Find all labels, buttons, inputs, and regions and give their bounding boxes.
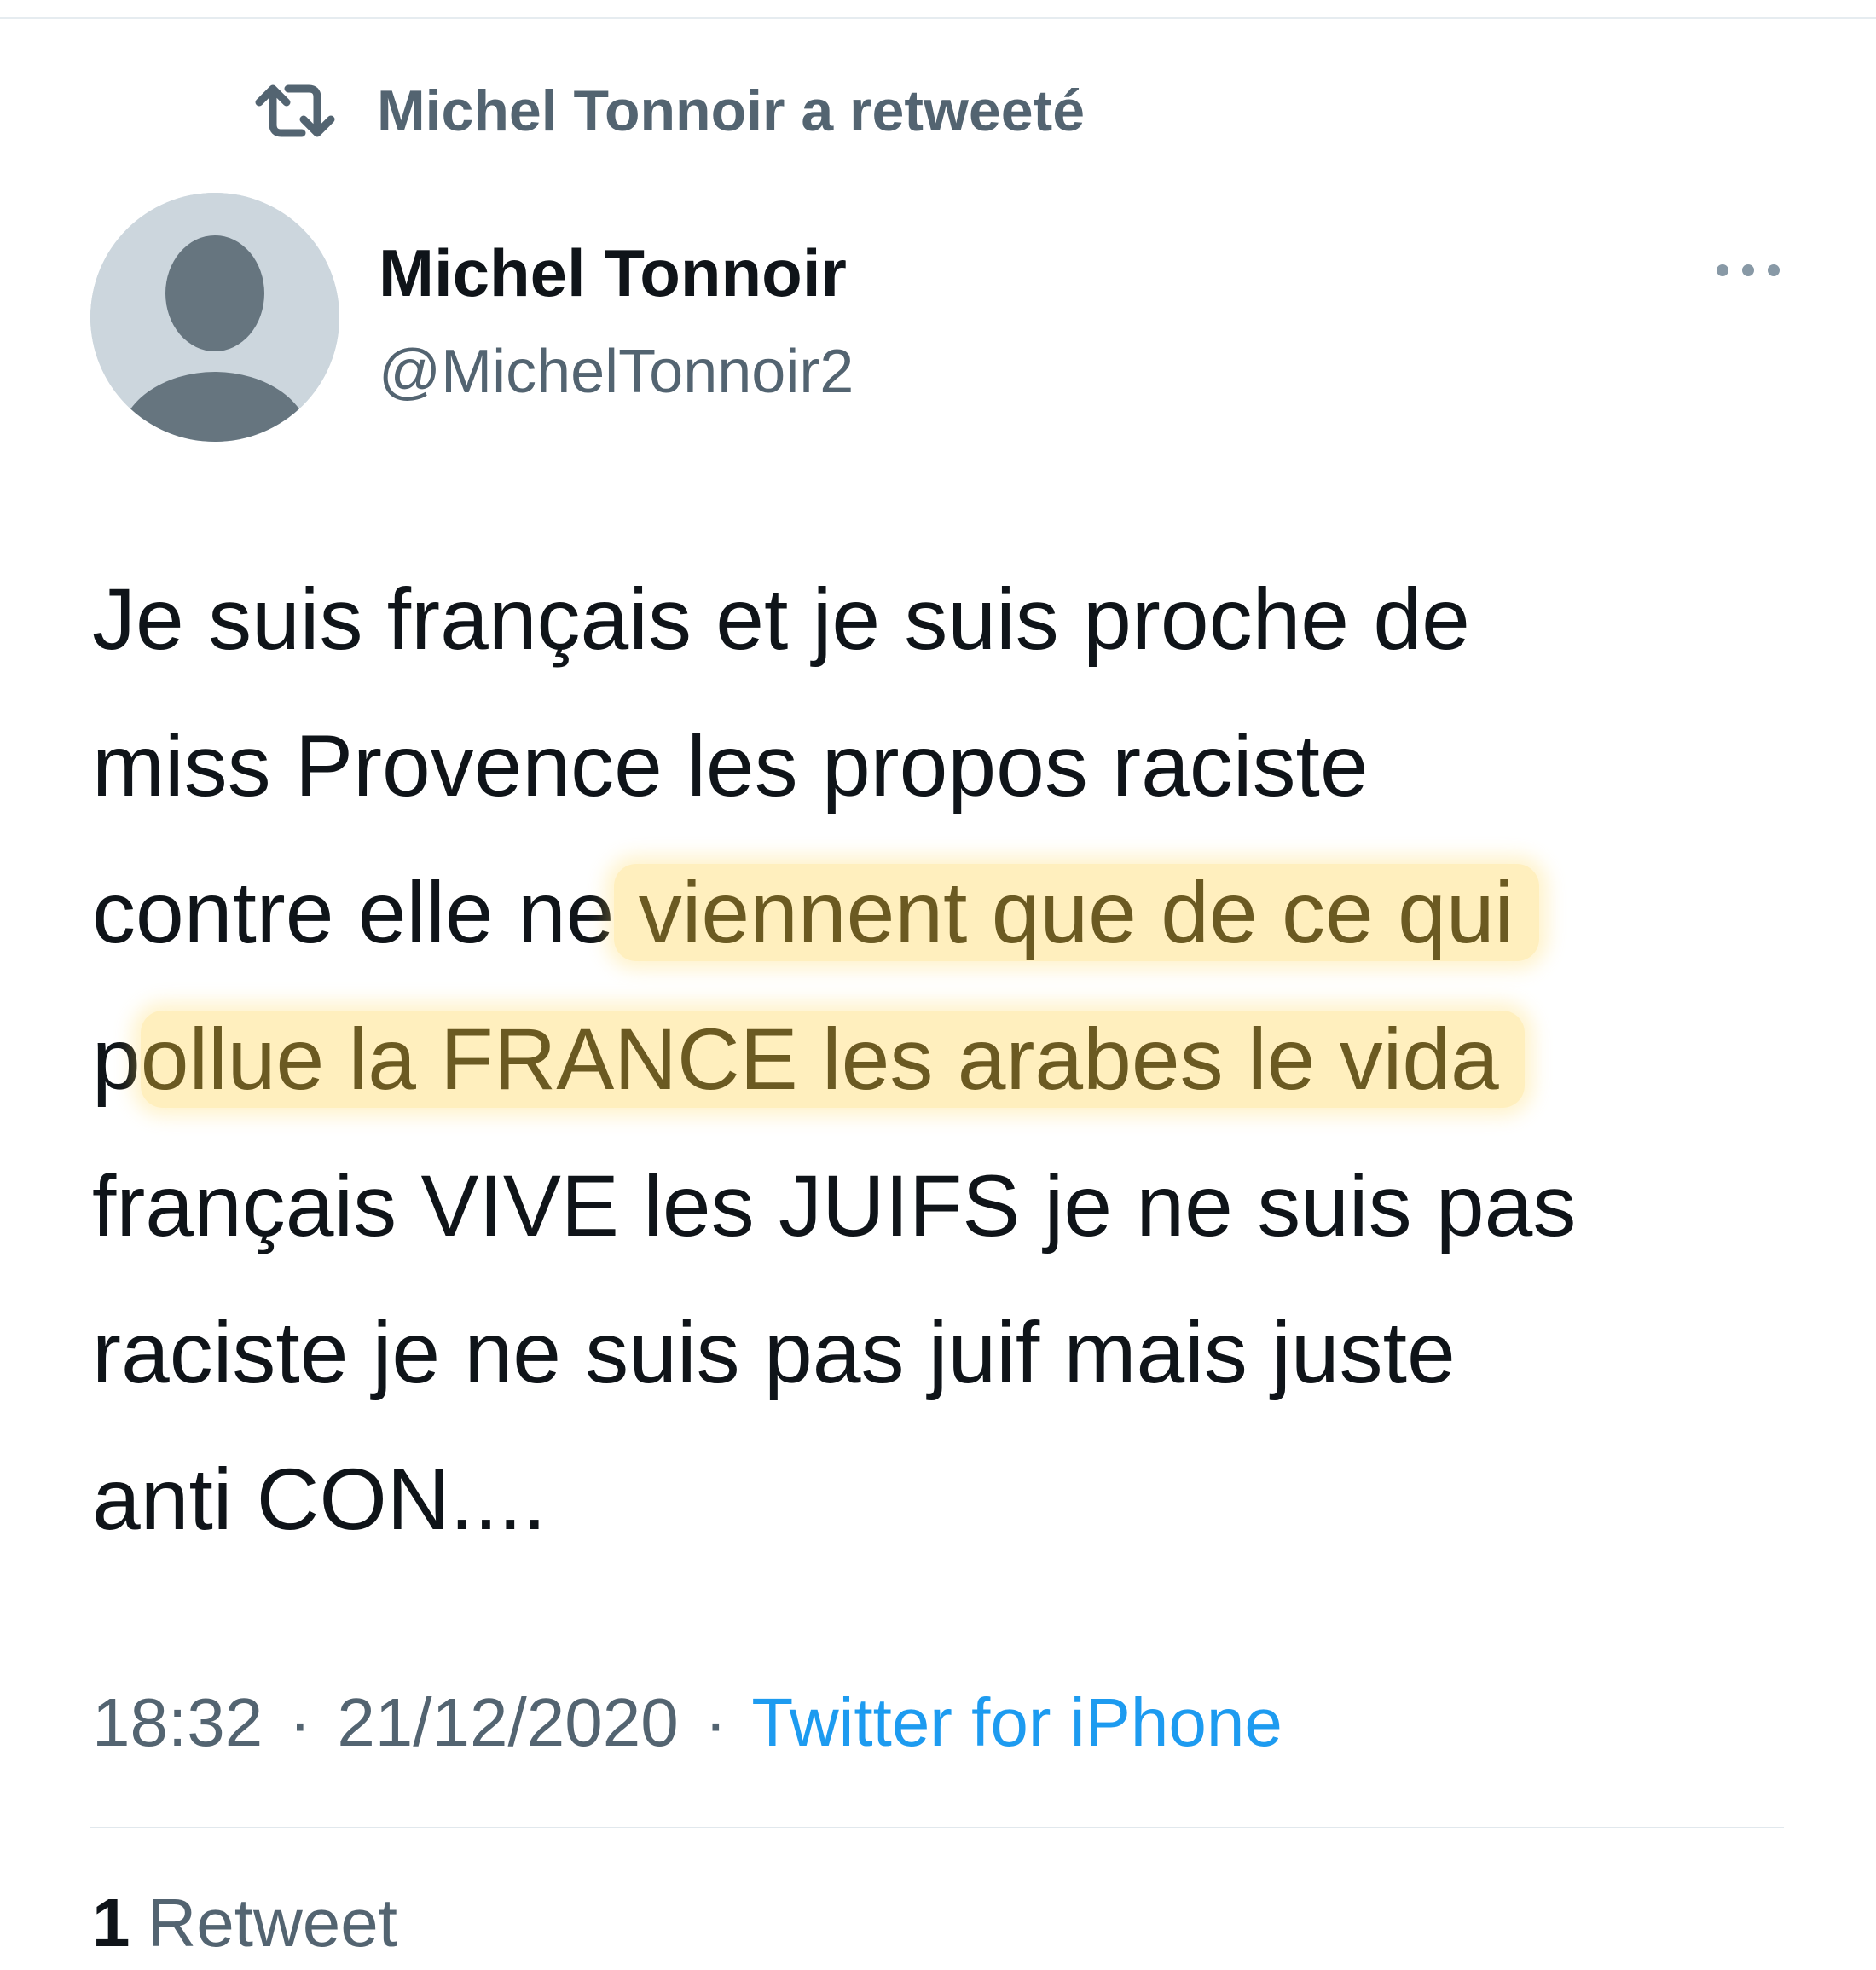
top-divider: [0, 17, 1876, 19]
retweet-count-label: Retweet: [147, 1885, 397, 1961]
tweet-line: raciste je ne suis pas juif mais juste: [92, 1304, 1456, 1401]
retweet-count: 1: [92, 1885, 130, 1961]
author-display-name[interactable]: Michel Tonnoir: [379, 230, 854, 316]
tweet-line: pollue la FRANCE les arabes le vida: [92, 986, 1798, 1133]
tweet-line: Je suis français et je suis proche de: [92, 571, 1470, 668]
author-handle[interactable]: @MichelTonnoir2: [379, 329, 854, 414]
meta-separator: ·: [288, 1684, 312, 1760]
tweet-meta: 18:32 · 21/12/2020 · Twitter for iPhone: [92, 1672, 1283, 1774]
tweet-line: miss Provence les propos raciste: [92, 717, 1369, 814]
highlighted-text: ollue la FRANCE les arabes le vida: [140, 1011, 1525, 1108]
tweet-source-link[interactable]: Twitter for iPhone: [751, 1684, 1283, 1760]
highlighted-text: viennent que de ce qui: [614, 864, 1540, 961]
retweet-icon: [252, 77, 338, 145]
tweet-time[interactable]: 18:32: [92, 1684, 263, 1760]
retweet-stats[interactable]: 1 Retweet: [92, 1876, 397, 1970]
retweet-context-label: Michel Tonnoir a retweeté: [377, 78, 1086, 143]
tweet-text-segment: contre elle ne: [92, 864, 615, 961]
retweet-context[interactable]: Michel Tonnoir a retweeté: [252, 77, 1085, 145]
tweet-date[interactable]: 21/12/2020: [337, 1684, 678, 1760]
tweet-line: contre elle ne viennent que de ce qui: [92, 839, 1798, 986]
more-menu-button[interactable]: [1705, 249, 1791, 292]
default-avatar-icon: [90, 193, 339, 442]
tweet-line: français VIVE les JUIFS je ne suis pas: [92, 1157, 1577, 1254]
author-block[interactable]: Michel Tonnoir @MichelTonnoir2: [379, 230, 854, 414]
stats-divider: [90, 1827, 1784, 1828]
more-horizontal-icon: [1717, 264, 1780, 276]
tweet-text-segment: p: [92, 1011, 141, 1108]
meta-separator: ·: [704, 1684, 727, 1760]
tweet-line: anti CON....: [92, 1451, 547, 1548]
avatar[interactable]: [90, 193, 339, 442]
tweet-text: Je suis français et je suis proche de mi…: [92, 546, 1798, 1573]
